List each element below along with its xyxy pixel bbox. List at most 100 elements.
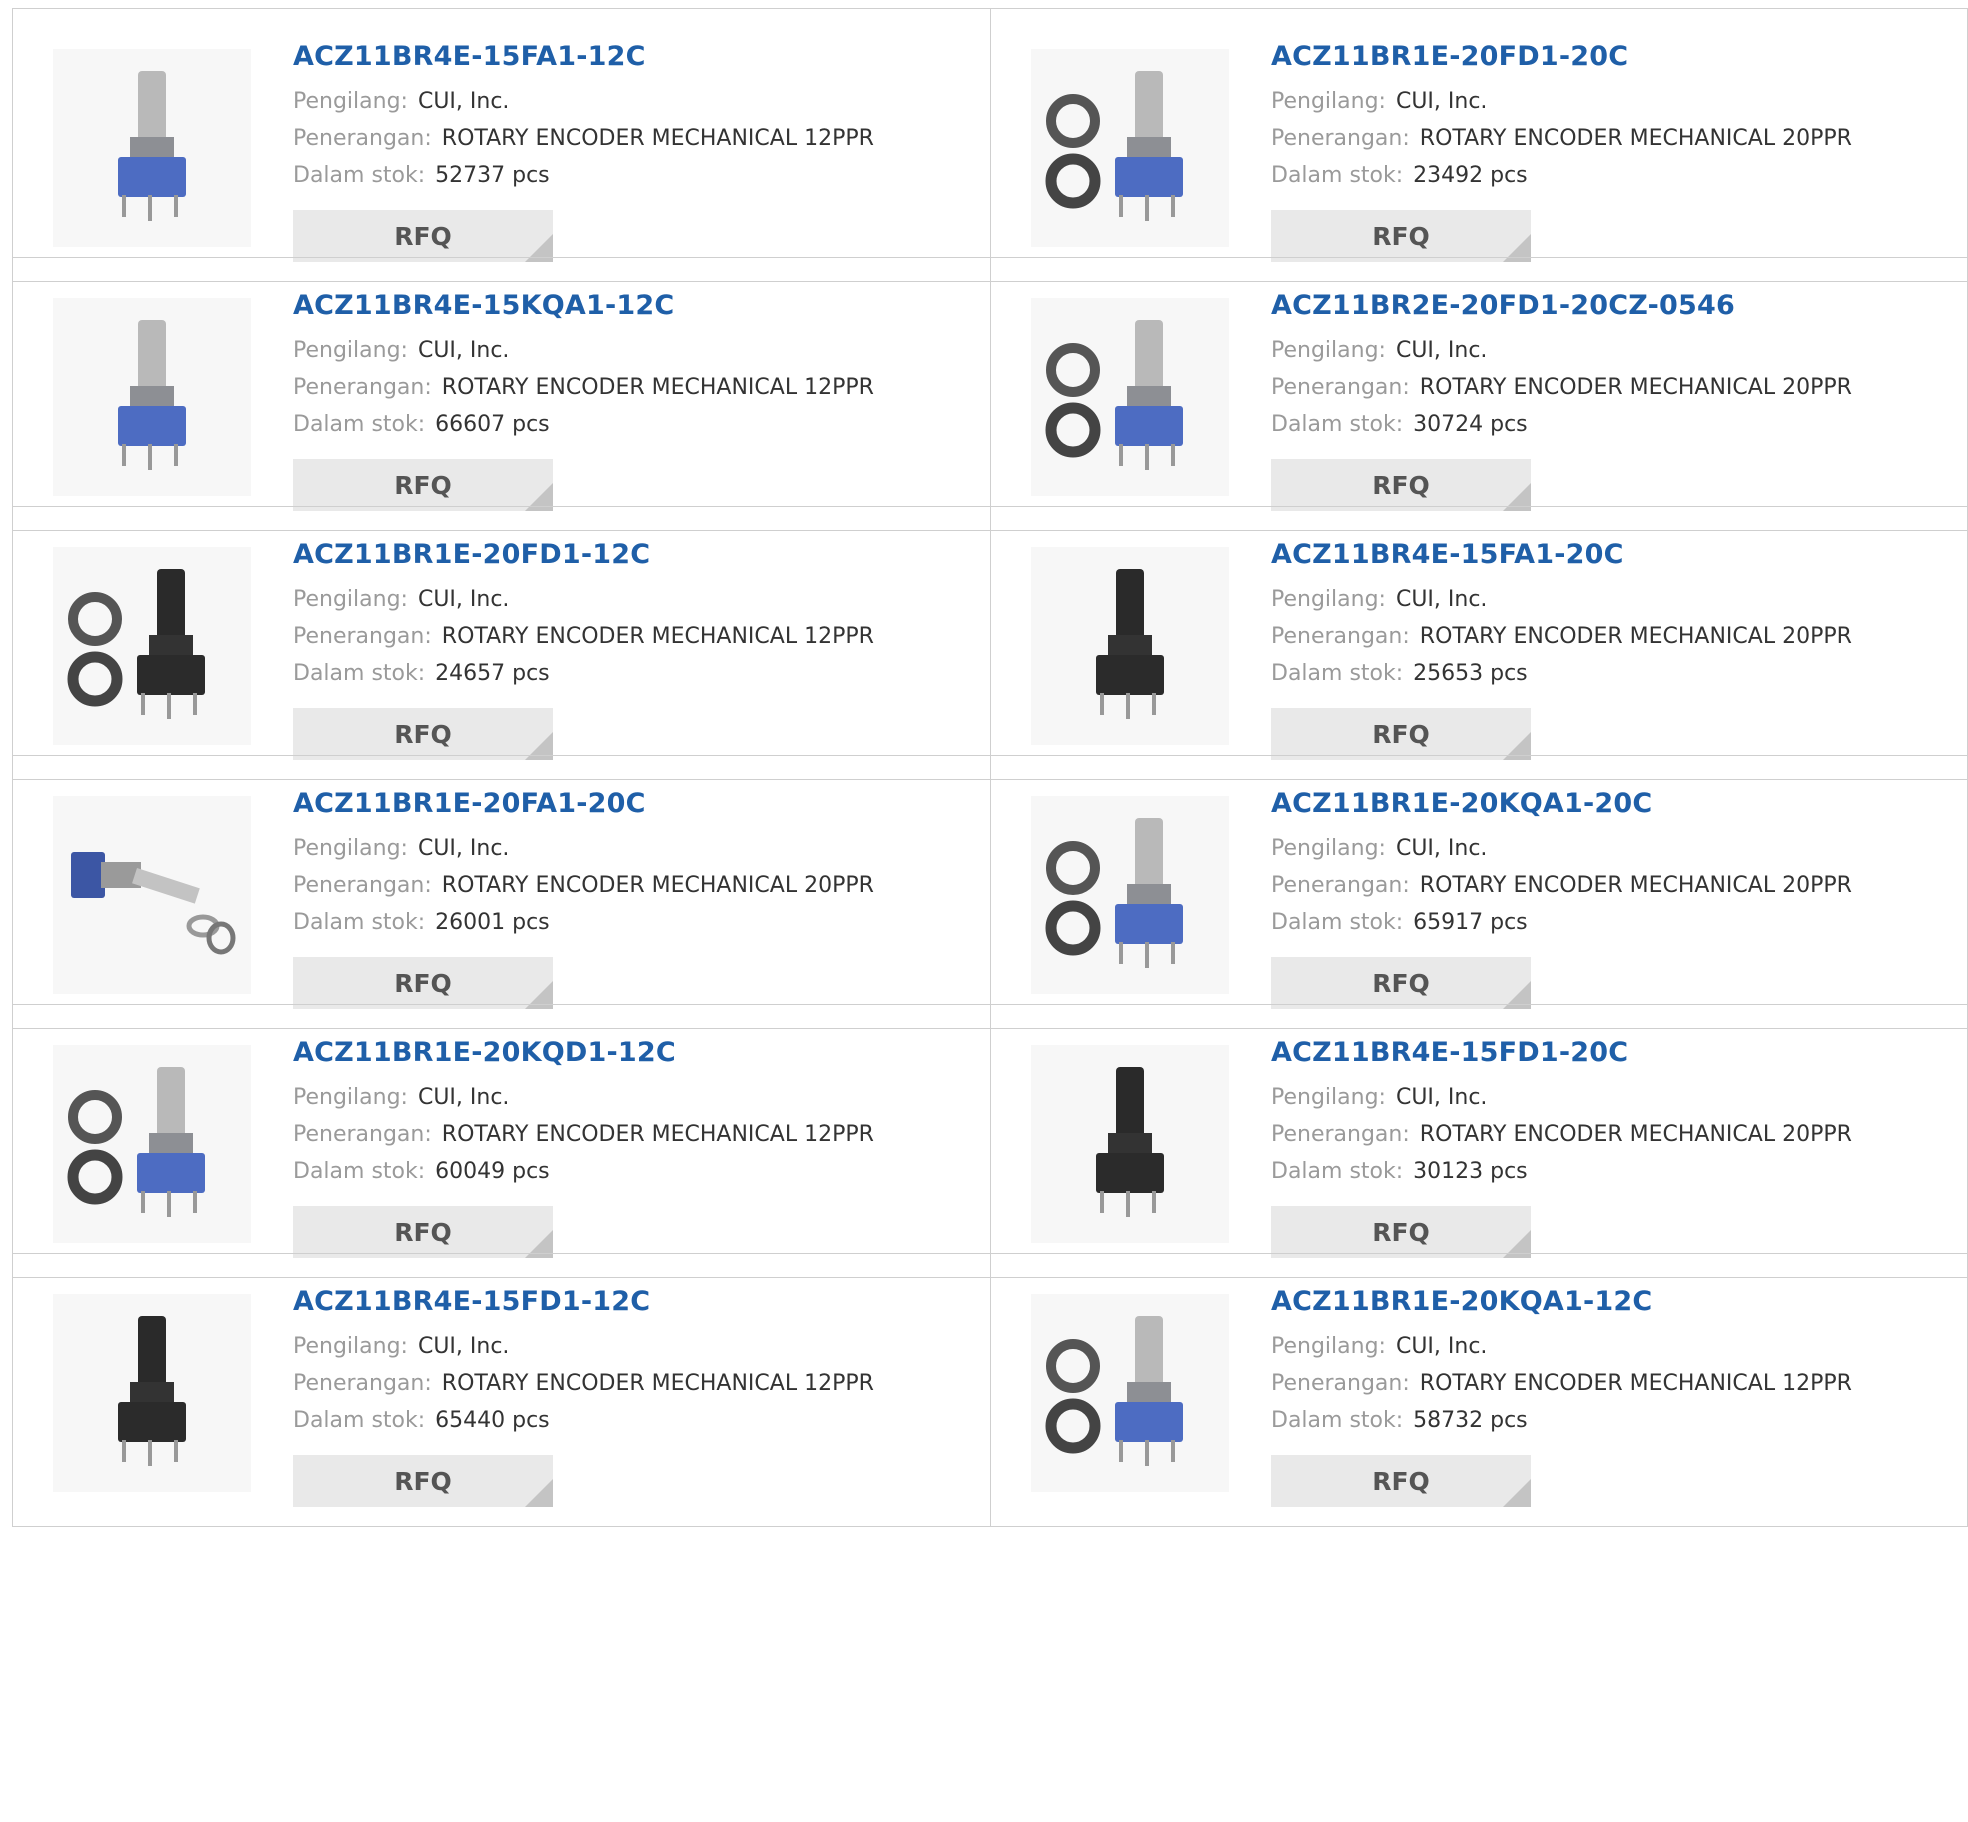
stock-value: 65440 pcs (435, 1408, 550, 1433)
manufacturer-row: Pengilang: CUI, Inc. (293, 83, 980, 120)
part-number-link[interactable]: ACZ11BR4E-15FD1-20C (1271, 1035, 1957, 1071)
product-card: ACZ11BR2E-20FD1-20CZ-0546 Pengilang: CUI, … (990, 258, 1968, 530)
stock-row: Dalam stok: 52737 pcs (293, 157, 980, 194)
description-row: Penerangan: ROTARY ENCODER MECHANICAL 12P… (293, 1365, 980, 1402)
product-card: ACZ11BR1E-20FD1-12C Pengilang: CUI, Inc. Pe… (12, 507, 990, 779)
part-number-link[interactable]: ACZ11BR1E-20FD1-20C (1271, 39, 1957, 75)
product-row: ACZ11BR4E-15KQA1-12C Pengilang: CUI, Inc. P… (12, 257, 1968, 531)
manufacturer-row: Pengilang: CUI, Inc. (293, 581, 980, 618)
description-label: Penerangan: (1271, 873, 1410, 898)
part-number-link[interactable]: ACZ11BR1E-20KQD1-12C (293, 1035, 980, 1071)
rfq-label: RFQ (1372, 719, 1430, 749)
product-image[interactable] (1031, 796, 1229, 994)
description-row: Penerangan: ROTARY ENCODER MECHANICAL 20P… (1271, 618, 1957, 655)
manufacturer-label: Pengilang: (1271, 89, 1386, 114)
rfq-button[interactable]: RFQ (1271, 957, 1531, 1009)
stock-label: Dalam stok: (293, 163, 426, 188)
manufacturer-value: CUI, Inc. (417, 1334, 510, 1359)
rfq-label: RFQ (394, 1466, 452, 1496)
manufacturer-value: CUI, Inc. (417, 338, 510, 363)
product-image[interactable] (53, 547, 251, 745)
part-number-link[interactable]: ACZ11BR2E-20FD1-20CZ-0546 (1271, 288, 1957, 324)
part-number-link[interactable]: ACZ11BR4E-15FD1-12C (293, 1284, 980, 1320)
description-value: ROTARY ENCODER MECHANICAL 12PPR (441, 126, 874, 151)
rfq-button[interactable]: RFQ (293, 1206, 553, 1258)
stock-row: Dalam stok: 24657 pcs (293, 655, 980, 692)
part-number-link[interactable]: ACZ11BR1E-20FD1-12C (293, 537, 980, 573)
corner-triangle-icon (525, 1479, 553, 1507)
product-image[interactable] (1031, 547, 1229, 745)
part-number-link[interactable]: ACZ11BR1E-20KQA1-12C (1271, 1284, 1957, 1320)
product-info: ACZ11BR4E-15FA1-20C Pengilang: CUI, Inc. Pe… (1271, 537, 1957, 692)
description-label: Penerangan: (293, 873, 432, 898)
stock-label: Dalam stok: (1271, 661, 1404, 686)
product-row: ACZ11BR1E-20FA1-20C Pengilang: CUI, Inc. Pe… (12, 755, 1968, 1029)
rfq-button[interactable]: RFQ (1271, 1455, 1531, 1507)
manufacturer-label: Pengilang: (1271, 836, 1386, 861)
corner-triangle-icon (1503, 1479, 1531, 1507)
stock-value: 58732 pcs (1413, 1408, 1528, 1433)
rfq-button[interactable]: RFQ (1271, 210, 1531, 262)
product-card: ACZ11BR4E-15FA1-12C Pengilang: CUI, Inc. Pe… (12, 9, 990, 281)
manufacturer-value: CUI, Inc. (417, 89, 510, 114)
stock-value: 66607 pcs (435, 412, 550, 437)
description-value: ROTARY ENCODER MECHANICAL 12PPR (441, 1122, 874, 1147)
rfq-button[interactable]: RFQ (293, 957, 553, 1009)
manufacturer-value: CUI, Inc. (1395, 89, 1488, 114)
product-image[interactable] (53, 49, 251, 247)
product-info: ACZ11BR1E-20KQD1-12C Pengilang: CUI, Inc. P… (293, 1035, 980, 1190)
product-row: ACZ11BR1E-20FD1-12C Pengilang: CUI, Inc. Pe… (12, 506, 1968, 780)
rfq-button[interactable]: RFQ (1271, 708, 1531, 760)
product-image[interactable] (1031, 1294, 1229, 1492)
rfq-button[interactable]: RFQ (293, 1455, 553, 1507)
manufacturer-label: Pengilang: (293, 338, 408, 363)
rfq-button[interactable]: RFQ (293, 210, 553, 262)
description-row: Penerangan: ROTARY ENCODER MECHANICAL 20P… (1271, 120, 1957, 157)
manufacturer-row: Pengilang: CUI, Inc. (293, 830, 980, 867)
rfq-label: RFQ (1372, 1466, 1430, 1496)
product-image[interactable] (53, 1045, 251, 1243)
product-image[interactable] (1031, 298, 1229, 496)
manufacturer-row: Pengilang: CUI, Inc. (293, 1328, 980, 1365)
product-image[interactable] (53, 298, 251, 496)
description-value: ROTARY ENCODER MECHANICAL 20PPR (1419, 1122, 1852, 1147)
rfq-label: RFQ (394, 1217, 452, 1247)
stock-label: Dalam stok: (293, 412, 426, 437)
product-info: ACZ11BR1E-20FA1-20C Pengilang: CUI, Inc. Pe… (293, 786, 980, 941)
product-image[interactable] (53, 796, 251, 994)
product-image[interactable] (1031, 49, 1229, 247)
stock-row: Dalam stok: 65917 pcs (1271, 904, 1957, 941)
product-info: ACZ11BR1E-20KQA1-12C Pengilang: CUI, Inc. P… (1271, 1284, 1957, 1439)
rfq-label: RFQ (1372, 968, 1430, 998)
part-number-link[interactable]: ACZ11BR1E-20KQA1-20C (1271, 786, 1957, 822)
description-value: ROTARY ENCODER MECHANICAL 12PPR (441, 1371, 874, 1396)
product-image[interactable] (53, 1294, 251, 1492)
stock-label: Dalam stok: (293, 910, 426, 935)
manufacturer-value: CUI, Inc. (417, 1085, 510, 1110)
manufacturer-value: CUI, Inc. (417, 836, 510, 861)
rfq-button[interactable]: RFQ (293, 459, 553, 511)
stock-row: Dalam stok: 25653 pcs (1271, 655, 1957, 692)
product-image[interactable] (1031, 1045, 1229, 1243)
description-value: ROTARY ENCODER MECHANICAL 20PPR (1419, 624, 1852, 649)
rfq-button[interactable]: RFQ (293, 708, 553, 760)
part-number-link[interactable]: ACZ11BR4E-15FA1-12C (293, 39, 980, 75)
stock-label: Dalam stok: (1271, 910, 1404, 935)
description-value: ROTARY ENCODER MECHANICAL 20PPR (1419, 873, 1852, 898)
manufacturer-row: Pengilang: CUI, Inc. (1271, 332, 1957, 369)
stock-row: Dalam stok: 65440 pcs (293, 1402, 980, 1439)
description-row: Penerangan: ROTARY ENCODER MECHANICAL 12P… (293, 1116, 980, 1153)
part-number-link[interactable]: ACZ11BR4E-15FA1-20C (1271, 537, 1957, 573)
product-info: ACZ11BR4E-15FD1-20C Pengilang: CUI, Inc. Pe… (1271, 1035, 1957, 1190)
part-number-link[interactable]: ACZ11BR1E-20FA1-20C (293, 786, 980, 822)
description-value: ROTARY ENCODER MECHANICAL 20PPR (441, 873, 874, 898)
stock-row: Dalam stok: 23492 pcs (1271, 157, 1957, 194)
part-number-link[interactable]: ACZ11BR4E-15KQA1-12C (293, 288, 980, 324)
manufacturer-label: Pengilang: (1271, 1334, 1386, 1359)
stock-row: Dalam stok: 58732 pcs (1271, 1402, 1957, 1439)
product-info: ACZ11BR1E-20FD1-20C Pengilang: CUI, Inc. Pe… (1271, 39, 1957, 194)
stock-value: 30123 pcs (1413, 1159, 1528, 1184)
stock-row: Dalam stok: 60049 pcs (293, 1153, 980, 1190)
rfq-button[interactable]: RFQ (1271, 1206, 1531, 1258)
rfq-button[interactable]: RFQ (1271, 459, 1531, 511)
